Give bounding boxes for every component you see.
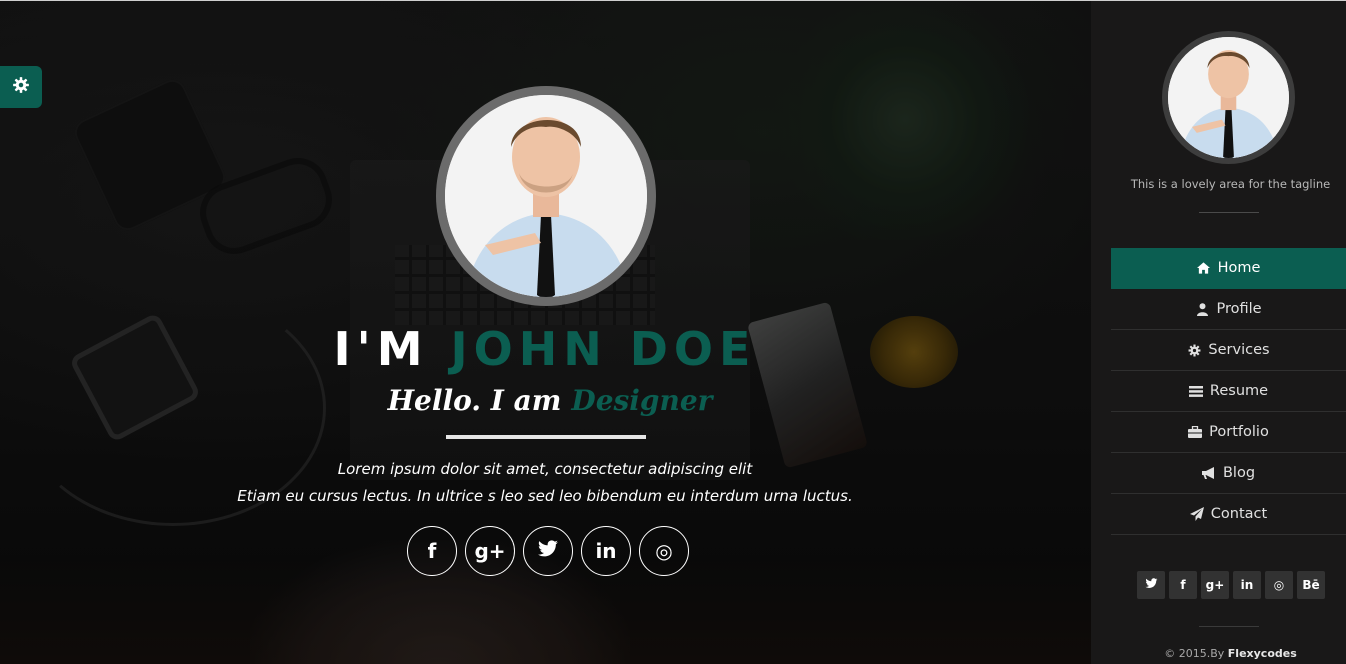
top-border: [0, 0, 1346, 1]
menu-item-profile[interactable]: Profile: [1111, 289, 1346, 330]
facebook-icon: f: [1180, 578, 1186, 592]
hero-title-name: JOHN DOE: [450, 322, 757, 376]
menu-item-services[interactable]: Services: [1111, 330, 1346, 371]
gear-icon: [1187, 343, 1201, 357]
tagline-divider: [1199, 212, 1259, 213]
copyright-brand-link[interactable]: Flexycodes: [1228, 647, 1297, 660]
twitter-icon: [1145, 578, 1158, 592]
list-icon: [1188, 384, 1203, 398]
menu-item-label: Portfolio: [1209, 424, 1269, 440]
menu-item-contact[interactable]: Contact: [1111, 494, 1346, 535]
paper-plane-icon: [1189, 507, 1204, 521]
menu-item-label: Profile: [1216, 301, 1262, 317]
menu-item-resume[interactable]: Resume: [1111, 371, 1346, 412]
hero-avatar: [436, 86, 656, 306]
page: I'M JOHN DOE Hello. I am Designer Lorem i…: [0, 0, 1346, 664]
footer-divider: [1199, 626, 1259, 627]
megaphone-icon: [1201, 466, 1216, 480]
briefcase-icon: [1188, 425, 1203, 439]
linkedin-icon: in: [595, 539, 617, 563]
menu-item-portfolio[interactable]: Portfolio: [1111, 412, 1346, 453]
sidebar-linkedin-button[interactable]: in: [1233, 571, 1261, 599]
menu-item-label: Blog: [1222, 465, 1256, 481]
sidebar-avatar: [1162, 31, 1295, 164]
sidebar-facebook-button[interactable]: f: [1169, 571, 1197, 599]
dribbble-icon: ◎: [655, 539, 673, 563]
user-icon: [1195, 302, 1209, 316]
hero-facebook-button[interactable]: f: [407, 526, 457, 576]
menu-item-home[interactable]: Home: [1111, 248, 1346, 289]
hero-subtitle-role: Designer: [571, 384, 713, 417]
sidebar-avatar-photo: [1168, 37, 1289, 158]
hero-divider: [446, 435, 646, 439]
menu-item-blog[interactable]: Blog: [1111, 453, 1346, 494]
hero-linkedin-button[interactable]: in: [581, 526, 631, 576]
linkedin-icon: in: [1240, 578, 1254, 592]
menu-item-label: Services: [1208, 342, 1270, 358]
google-plus-icon: g+: [1205, 578, 1225, 592]
gear-icon: [12, 76, 30, 99]
tagline: This is a lovely area for the tagline: [1130, 177, 1331, 191]
hero-subtitle-prefix: Hello. I am: [387, 384, 562, 417]
sidebar-social-links: f g+ in ◎ Bē: [1137, 571, 1325, 599]
hero-subtitle: Hello. I am Designer: [340, 384, 760, 417]
home-icon: [1197, 261, 1211, 275]
sidebar-google-plus-button[interactable]: g+: [1201, 571, 1229, 599]
menu-item-label: Resume: [1209, 383, 1269, 399]
hero-text-line-2: Etiam eu cursus lectus. In ultrice s leo…: [237, 487, 853, 505]
google-plus-icon: g+: [474, 539, 506, 563]
hero-dribbble-button[interactable]: ◎: [639, 526, 689, 576]
settings-button[interactable]: [0, 66, 42, 108]
twitter-icon: [537, 539, 559, 563]
dribbble-icon: ◎: [1273, 578, 1285, 592]
hero-title: I'M JOHN DOE: [300, 322, 790, 376]
sidebar: This is a lovely area for the tagline Ho…: [1091, 0, 1346, 664]
facebook-icon: f: [427, 539, 437, 563]
hero-text-line-1: Lorem ipsum dolor sit amet, consectetur …: [337, 460, 753, 478]
sidebar-twitter-button[interactable]: [1137, 571, 1165, 599]
sidebar-behance-button[interactable]: Bē: [1297, 571, 1325, 599]
copyright-text: © 2015.By: [1164, 647, 1228, 660]
hero-google-plus-button[interactable]: g+: [465, 526, 515, 576]
hero-section: I'M JOHN DOE Hello. I am Designer Lorem i…: [0, 0, 1091, 664]
sidebar-dribbble-button[interactable]: ◎: [1265, 571, 1293, 599]
hero-social-links: f g+ in ◎: [407, 526, 689, 576]
hero-twitter-button[interactable]: [523, 526, 573, 576]
behance-icon: Bē: [1302, 578, 1320, 592]
copyright: © 2015.By Flexycodes: [1091, 647, 1346, 660]
hero-title-prefix: I'M: [333, 322, 451, 376]
menu-item-label: Contact: [1210, 506, 1268, 522]
menu-item-label: Home: [1217, 260, 1261, 276]
main-menu: Home Profile Services Resume Portfolio B…: [1111, 248, 1346, 535]
avatar-photo: [445, 95, 647, 297]
